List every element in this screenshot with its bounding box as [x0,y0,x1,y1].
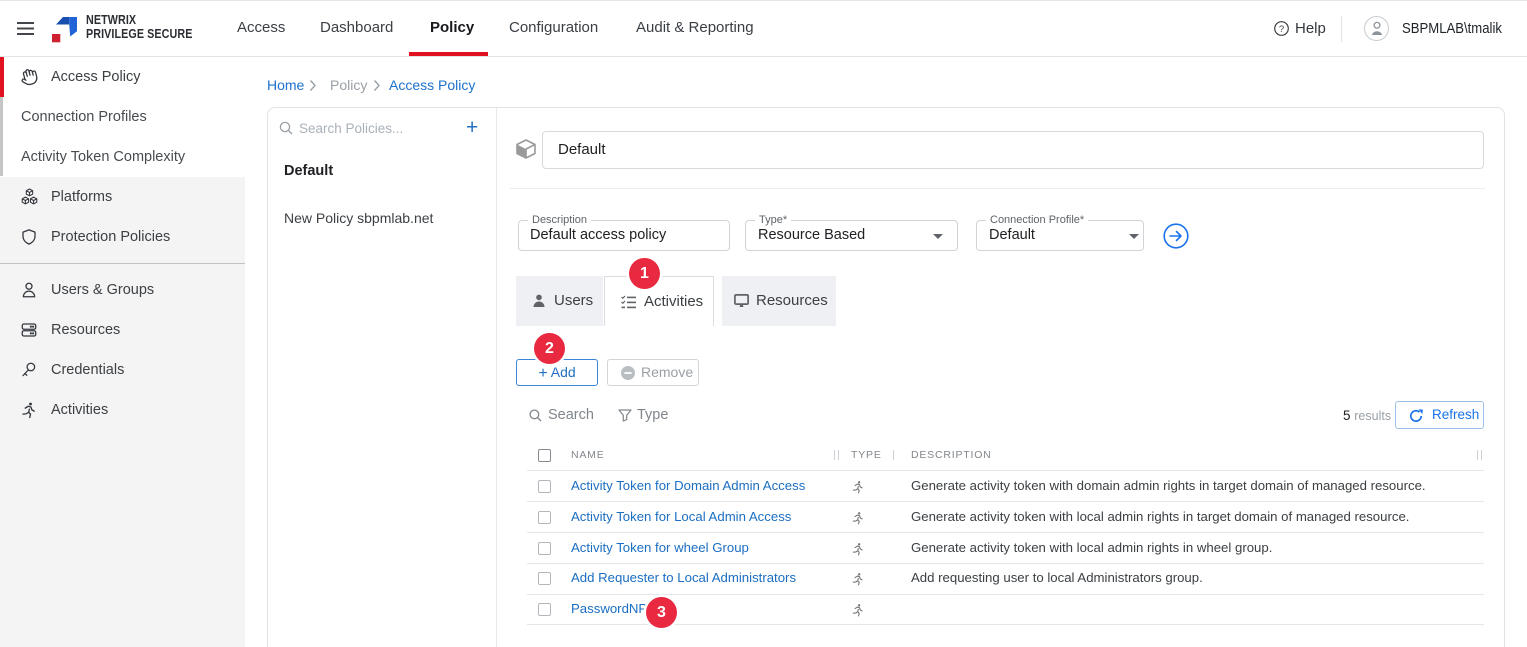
svg-text:?: ? [1279,24,1284,35]
